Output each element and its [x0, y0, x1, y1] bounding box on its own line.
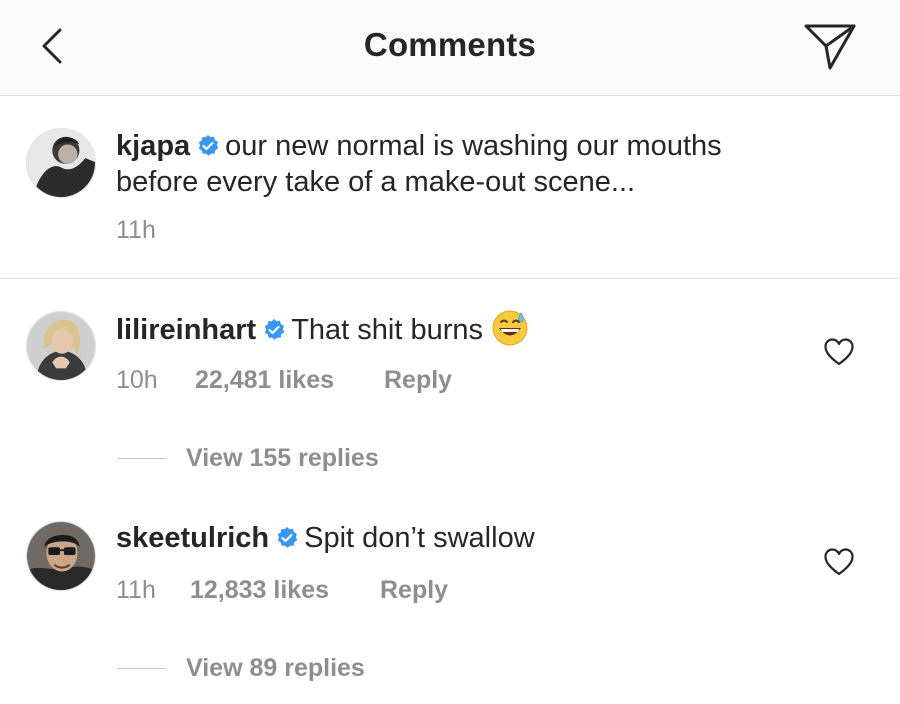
- replies-divider: [118, 668, 166, 669]
- verified-badge-icon: [265, 319, 285, 340]
- avatar[interactable]: [26, 128, 96, 198]
- username[interactable]: lilireinhart: [116, 314, 256, 346]
- caption-time: 11h: [116, 216, 156, 244]
- page-title: Comments: [363, 26, 537, 63]
- view-replies-button[interactable]: View 155 replies: [186, 444, 379, 473]
- username[interactable]: kjapa: [116, 130, 190, 162]
- reply-button[interactable]: Reply: [380, 576, 448, 605]
- replies-divider: [118, 458, 166, 459]
- view-replies-button[interactable]: View 89 replies: [186, 654, 365, 683]
- comment-text: Spit don’t swallow: [304, 522, 535, 554]
- heart-icon[interactable]: [824, 338, 854, 366]
- verified-badge-icon: [277, 527, 298, 548]
- like-count[interactable]: 22,481 likes: [195, 366, 334, 395]
- verified-badge-icon: [198, 135, 219, 156]
- comment-time: 11h: [116, 576, 156, 604]
- header-bar: Comments: [0, 0, 900, 96]
- like-count[interactable]: 12,833 likes: [190, 576, 329, 605]
- caption: kjapa our new normal is washing our mouth…: [0, 96, 900, 279]
- comment-text: That shit burns: [291, 314, 484, 346]
- heart-icon[interactable]: [824, 548, 854, 576]
- reply-button[interactable]: Reply: [384, 366, 452, 395]
- paper-plane-icon: [804, 24, 856, 70]
- username[interactable]: skeetulrich: [116, 522, 269, 554]
- avatar[interactable]: [26, 521, 96, 591]
- avatar[interactable]: [26, 311, 96, 381]
- caption-text-line2: before every take of a make-out scene...: [116, 166, 636, 198]
- comment-time: 10h: [116, 366, 158, 394]
- caption-text-line1: our new normal is washing our mouths: [225, 130, 722, 162]
- send-button[interactable]: [800, 22, 860, 72]
- grinning-face-with-sweat-icon: [492, 310, 528, 346]
